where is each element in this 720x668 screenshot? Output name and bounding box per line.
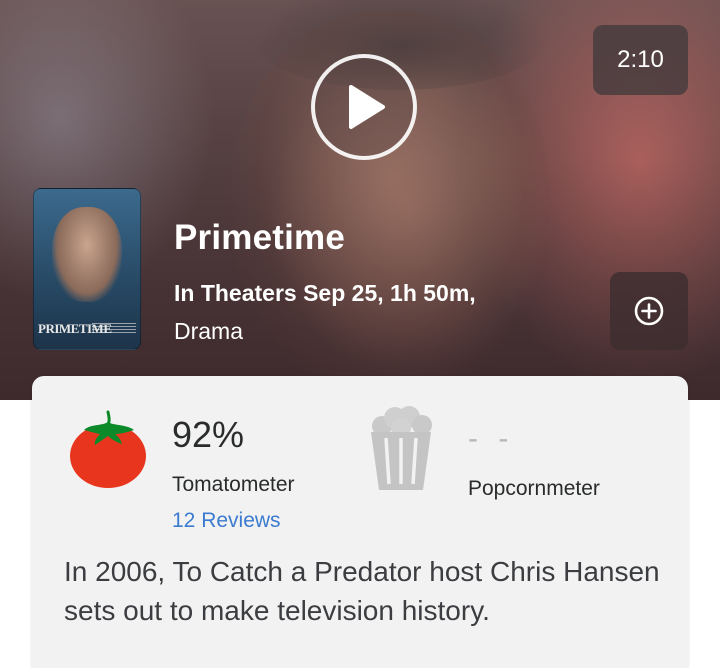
movie-synopsis: In 2006, To Catch a Predator host Chris … xyxy=(64,556,660,626)
popcornmeter-score: - - xyxy=(468,422,515,455)
trailer-duration-badge: 2:10 xyxy=(593,25,688,95)
movie-title: Primetime xyxy=(174,218,346,257)
tomato-icon xyxy=(70,410,146,488)
poster-credits xyxy=(92,323,136,333)
genre-label: Drama xyxy=(174,318,244,344)
scores-card: 92% Tomatometer 12 Reviews - - Popcornme… xyxy=(32,376,688,668)
tomatometer-score: 92% xyxy=(172,414,245,455)
popcorn-bucket-icon xyxy=(371,406,432,490)
release-info: In Theaters Sep 25, 1h 50m, xyxy=(174,280,476,306)
movie-poster[interactable]: PRIMETIME xyxy=(33,188,141,350)
reviews-link[interactable]: 12 Reviews xyxy=(172,509,281,533)
play-button[interactable] xyxy=(311,54,417,160)
popcornmeter-label: Popcornmeter xyxy=(468,477,600,500)
poster-image xyxy=(52,207,122,302)
play-icon xyxy=(349,85,385,129)
add-to-watchlist-button[interactable] xyxy=(610,272,688,350)
tomatometer-label: Tomatometer xyxy=(172,473,295,496)
plus-circle-icon xyxy=(634,296,664,326)
